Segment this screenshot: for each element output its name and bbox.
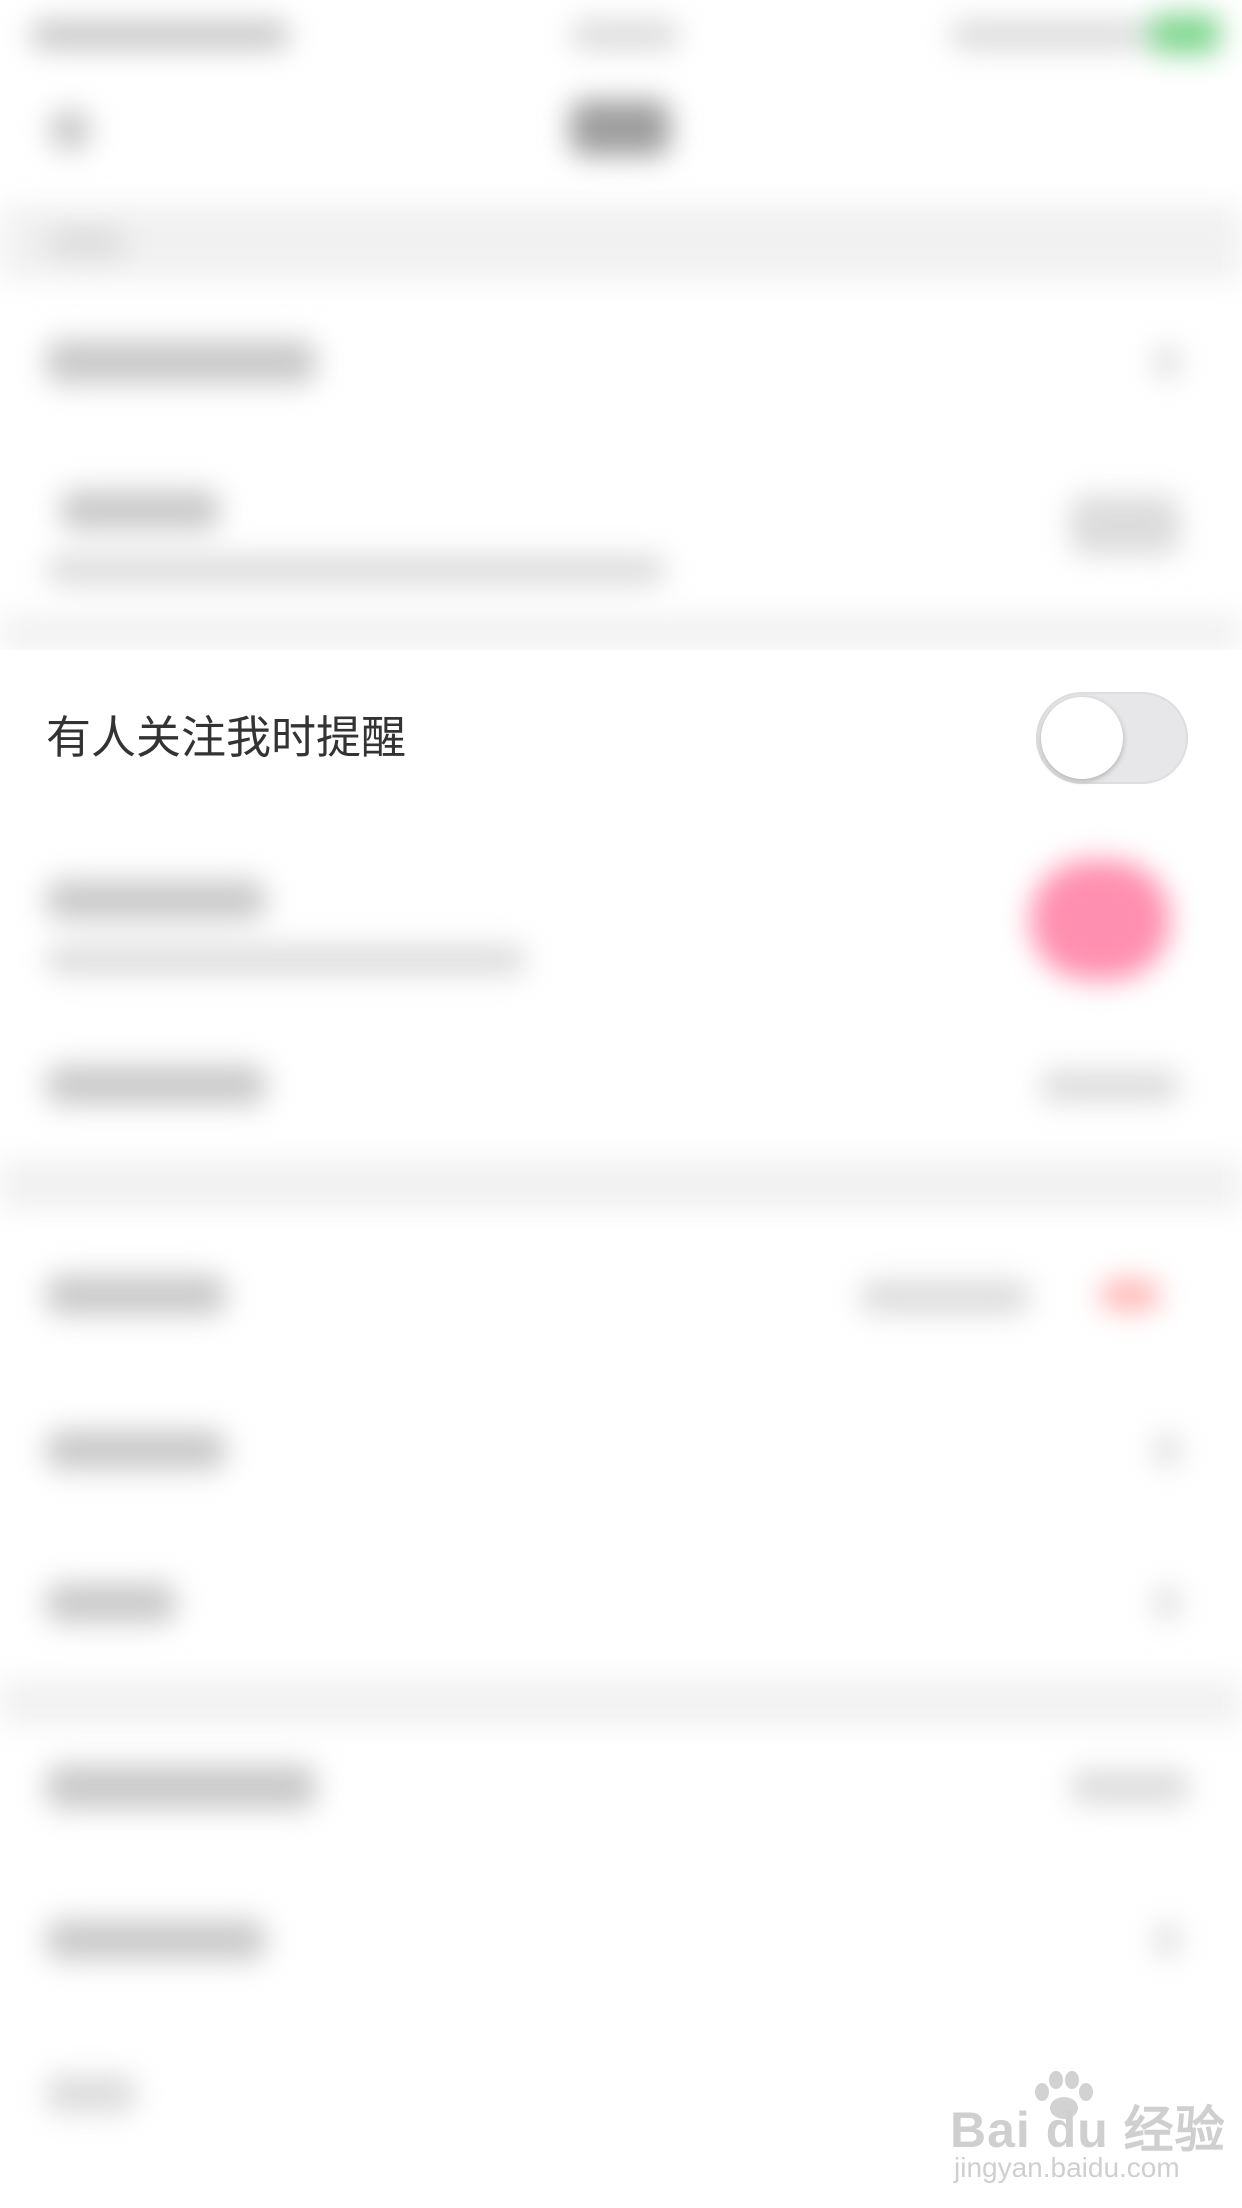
settings-row-4-desc xyxy=(46,945,526,975)
settings-row-9-label xyxy=(46,1765,316,1809)
settings-row-6-value xyxy=(860,1280,1030,1314)
settings-row-6-badge xyxy=(1100,1280,1160,1310)
settings-row-2-label xyxy=(60,490,220,530)
watermark-url: jingyan.baidu.com xyxy=(954,2152,1180,2183)
toggle-knob[interactable] xyxy=(1041,697,1123,779)
settings-row-2-value[interactable] xyxy=(1070,495,1180,555)
blurred-background xyxy=(0,0,1242,2208)
settings-row-1-label xyxy=(46,340,316,384)
follow-notify-toggle[interactable] xyxy=(1036,692,1188,784)
section-separator xyxy=(0,615,1242,650)
chevron-right-icon[interactable] xyxy=(1155,1586,1179,1620)
settings-row-5-value[interactable] xyxy=(1040,1070,1180,1102)
status-bar-indicators xyxy=(950,20,1150,50)
chevron-right-icon[interactable] xyxy=(1155,1433,1179,1467)
settings-row-2-desc xyxy=(46,555,666,585)
settings-row-4-label xyxy=(46,880,266,920)
chevron-right-icon[interactable] xyxy=(1155,1923,1179,1957)
chevron-right-icon[interactable] xyxy=(1155,345,1179,379)
settings-row-8-label xyxy=(46,1583,176,1623)
back-icon[interactable] xyxy=(50,110,90,150)
settings-row-5-label xyxy=(46,1065,266,1105)
settings-row-7-label xyxy=(46,1430,226,1470)
settings-row-10-label xyxy=(46,1920,266,1960)
follow-notify-label: 有人关注我时提醒 xyxy=(46,711,407,764)
baidu-jingyan-watermark: Bai du 经验 jingyan.baidu.com xyxy=(950,2070,1225,2190)
battery-icon xyxy=(1150,14,1220,54)
status-bar-time xyxy=(570,20,680,50)
section-separator xyxy=(0,205,1242,280)
status-bar-carrier xyxy=(30,20,290,50)
settings-row-9-value xyxy=(1070,1770,1190,1804)
section-separator xyxy=(0,1680,1242,1725)
page-title xyxy=(570,100,670,156)
section-separator xyxy=(0,1160,1242,1210)
settings-row-11-label xyxy=(46,2075,136,2113)
settings-row-6-label xyxy=(46,1275,226,1315)
section-header xyxy=(46,228,126,258)
toggle-on-switch[interactable] xyxy=(1030,860,1170,980)
